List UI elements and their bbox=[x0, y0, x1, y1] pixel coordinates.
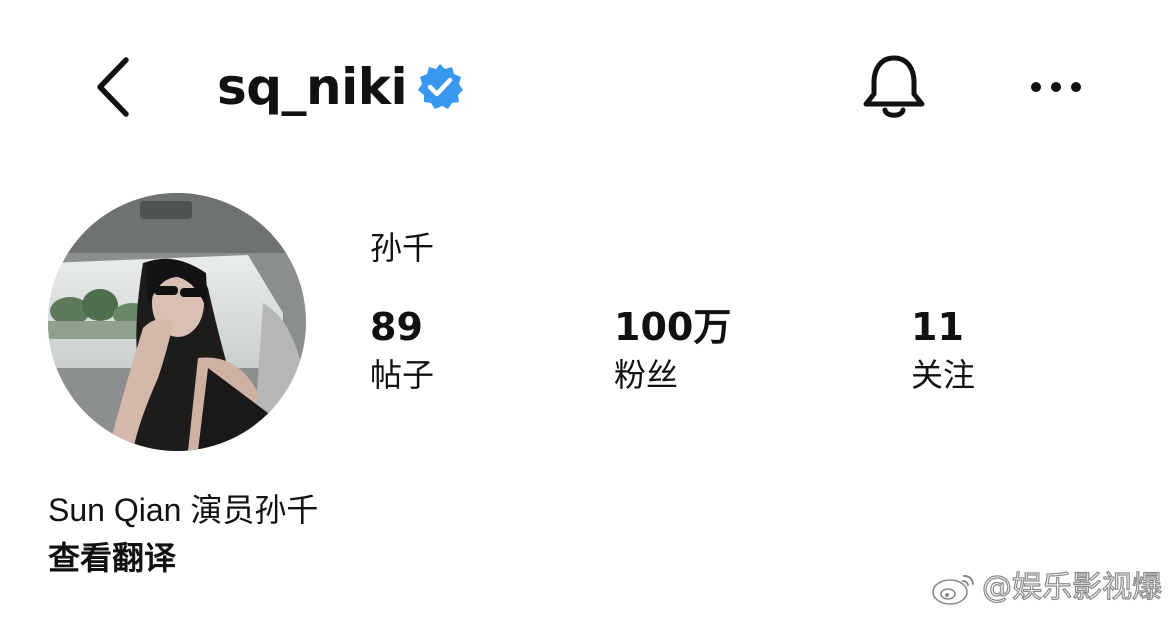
notifications-button[interactable] bbox=[858, 50, 930, 124]
display-name: 孙千 bbox=[370, 229, 435, 267]
followers-label: 粉丝 bbox=[614, 356, 679, 394]
following-count: 11 bbox=[911, 305, 964, 349]
watermark-text: @娱乐影视爆 bbox=[981, 569, 1162, 605]
weibo-logo-icon bbox=[932, 575, 974, 605]
chevron-left-icon bbox=[97, 57, 129, 117]
bio-text: Sun Qian 演员孙千 bbox=[48, 492, 319, 528]
verified-badge-icon bbox=[415, 62, 465, 112]
stat-followers[interactable]: 100万 粉丝 bbox=[614, 302, 731, 398]
avatar[interactable] bbox=[48, 193, 306, 451]
avatar-photo bbox=[48, 193, 306, 451]
see-translation-link[interactable]: 查看翻译 bbox=[48, 536, 176, 580]
stat-posts[interactable]: 89 帖子 bbox=[370, 302, 434, 398]
stat-following[interactable]: 11 关注 bbox=[911, 302, 975, 398]
back-button[interactable] bbox=[86, 52, 146, 122]
bell-icon bbox=[863, 55, 925, 118]
posts-count: 89 bbox=[370, 305, 423, 349]
following-label: 关注 bbox=[911, 356, 976, 394]
posts-label: 帖子 bbox=[370, 356, 435, 394]
more-horizontal-icon bbox=[1031, 82, 1081, 92]
more-options-button[interactable] bbox=[1028, 70, 1084, 104]
followers-count: 100万 bbox=[614, 305, 732, 349]
profile-username: sq_niki bbox=[217, 58, 408, 116]
watermark: @娱乐影视爆 bbox=[930, 566, 1163, 610]
